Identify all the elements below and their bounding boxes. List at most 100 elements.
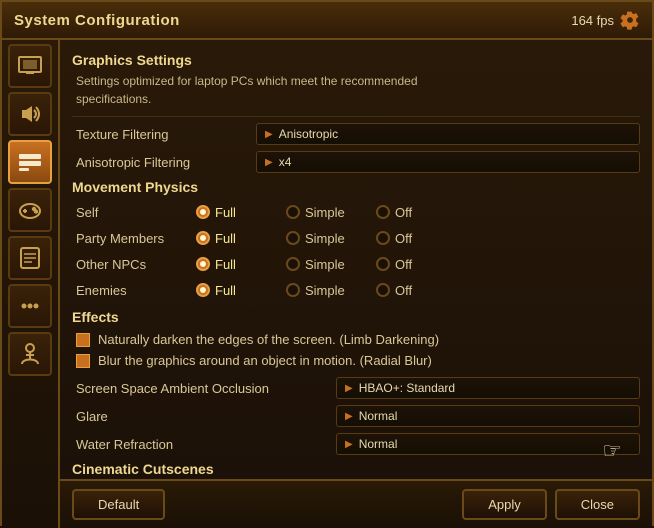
window-title: System Configuration	[14, 12, 180, 29]
texture-filtering-arrow: ▶	[265, 129, 273, 140]
mp-party-simple[interactable]: Simple	[286, 231, 376, 246]
system-config-window: System Configuration 164 fps	[0, 0, 654, 526]
glare-label: Glare	[76, 409, 336, 424]
mp-enemies-full-label: Full	[215, 283, 236, 298]
anisotropic-value: x4	[279, 155, 292, 169]
movement-physics-header: Movement Physics	[72, 179, 640, 195]
fps-display: 164 fps	[571, 10, 640, 30]
movement-physics-section: Movement Physics Self Full Simple	[72, 179, 640, 303]
water-arrow: ▶	[345, 439, 353, 450]
footer-bar: Default Apply Close	[60, 479, 652, 528]
mp-npcs-full[interactable]: Full	[196, 257, 286, 272]
texture-filtering-dropdown[interactable]: ▶ Anisotropic	[256, 123, 640, 145]
mp-row-npcs: Other NPCs Full Simple Off	[72, 251, 640, 277]
mp-npcs-simple-radio	[286, 257, 300, 271]
anisotropic-arrow: ▶	[265, 157, 273, 168]
mp-npcs-off[interactable]: Off	[376, 257, 466, 272]
mp-npcs-off-radio	[376, 257, 390, 271]
divider-1	[72, 116, 640, 117]
mp-row-self: Self Full Simple Off	[72, 199, 640, 225]
mp-party-full[interactable]: Full	[196, 231, 286, 246]
mp-self-full-radio	[196, 205, 210, 219]
effects-section: Effects Naturally darken the edges of th…	[72, 309, 640, 371]
anisotropic-label: Anisotropic Filtering	[76, 155, 256, 170]
limb-darkening-label: Naturally darken the edges of the screen…	[98, 332, 439, 347]
mp-enemies-full-radio	[196, 283, 210, 297]
texture-filtering-value: Anisotropic	[279, 127, 338, 141]
sidebar-btn-character[interactable]	[8, 332, 52, 376]
effects-header: Effects	[72, 309, 640, 325]
sidebar-btn-actions[interactable]	[8, 284, 52, 328]
mp-npcs-simple-label: Simple	[305, 257, 345, 272]
mp-enemies-full[interactable]: Full	[196, 283, 286, 298]
ssao-row: Screen Space Ambient Occlusion ▶ HBAO+: …	[72, 377, 640, 399]
graphics-section-header: Graphics Settings	[72, 52, 640, 68]
ssao-label: Screen Space Ambient Occlusion	[76, 381, 336, 396]
sidebar-btn-hotbar[interactable]	[8, 140, 52, 184]
mp-enemies-off-radio	[376, 283, 390, 297]
mp-self-off-radio	[376, 205, 390, 219]
settings-gear-icon[interactable]	[620, 10, 640, 30]
texture-filtering-row: Texture Filtering ▶ Anisotropic	[72, 123, 640, 145]
water-row: Water Refraction ▶ Normal	[72, 433, 640, 455]
texture-filtering-label: Texture Filtering	[76, 127, 256, 142]
cinematic-header: Cinematic Cutscenes	[72, 461, 640, 477]
water-value: Normal	[359, 437, 398, 451]
cinematic-section: Cinematic Cutscenes Enable depth of fiel…	[72, 461, 640, 479]
mp-npcs-off-label: Off	[395, 257, 412, 272]
mp-self-full[interactable]: Full	[196, 205, 286, 220]
mp-entity-self: Self	[76, 205, 196, 220]
sidebar-btn-gamepad[interactable]	[8, 188, 52, 232]
fps-value: 164 fps	[571, 13, 614, 28]
mp-row-enemies: Enemies Full Simple Off	[72, 277, 640, 303]
anisotropic-dropdown[interactable]: ▶ x4	[256, 151, 640, 173]
glare-dropdown[interactable]: ▶ Normal	[336, 405, 640, 427]
radial-blur-checkbox[interactable]	[76, 354, 90, 368]
content-area: Graphics Settings Settings optimized for…	[60, 40, 652, 528]
mp-self-off[interactable]: Off	[376, 205, 466, 220]
default-button[interactable]: Default	[72, 489, 165, 520]
mp-npcs-simple[interactable]: Simple	[286, 257, 376, 272]
mp-self-off-label: Off	[395, 205, 412, 220]
mp-enemies-simple[interactable]: Simple	[286, 283, 376, 298]
mp-self-simple[interactable]: Simple	[286, 205, 376, 220]
limb-darkening-checkbox[interactable]	[76, 333, 90, 347]
mp-self-simple-radio	[286, 205, 300, 219]
limb-darkening-row[interactable]: Naturally darken the edges of the screen…	[72, 329, 640, 350]
anisotropic-row: Anisotropic Filtering ▶ x4	[72, 151, 640, 173]
apply-button[interactable]: Apply	[462, 489, 547, 520]
mp-enemies-off-label: Off	[395, 283, 412, 298]
mp-entity-party: Party Members	[76, 231, 196, 246]
mp-entity-npcs: Other NPCs	[76, 257, 196, 272]
glare-arrow: ▶	[345, 411, 353, 422]
mp-party-off[interactable]: Off	[376, 231, 466, 246]
content-scroll[interactable]: Graphics Settings Settings optimized for…	[60, 40, 652, 479]
mp-party-simple-label: Simple	[305, 231, 345, 246]
mp-party-full-radio	[196, 231, 210, 245]
ssao-dropdown[interactable]: ▶ HBAO+: Standard	[336, 377, 640, 399]
glare-row: Glare ▶ Normal	[72, 405, 640, 427]
radial-blur-label: Blur the graphics around an object in mo…	[98, 353, 432, 368]
footer-right-buttons: Apply Close	[462, 489, 640, 520]
title-bar: System Configuration 164 fps	[2, 2, 652, 40]
sidebar-btn-sound[interactable]	[8, 92, 52, 136]
sidebar	[2, 40, 60, 528]
mp-enemies-simple-label: Simple	[305, 283, 345, 298]
mp-party-simple-radio	[286, 231, 300, 245]
mp-entity-enemies: Enemies	[76, 283, 196, 298]
mp-party-off-label: Off	[395, 231, 412, 246]
mp-enemies-off[interactable]: Off	[376, 283, 466, 298]
ssao-arrow: ▶	[345, 383, 353, 394]
mp-party-full-label: Full	[215, 231, 236, 246]
mp-npcs-full-radio	[196, 257, 210, 271]
mp-enemies-simple-radio	[286, 283, 300, 297]
mp-party-off-radio	[376, 231, 390, 245]
sidebar-btn-log[interactable]	[8, 236, 52, 280]
close-button[interactable]: Close	[555, 489, 640, 520]
water-label: Water Refraction	[76, 437, 336, 452]
sidebar-btn-graphics[interactable]	[8, 44, 52, 88]
water-dropdown[interactable]: ▶ Normal	[336, 433, 640, 455]
radial-blur-row[interactable]: Blur the graphics around an object in mo…	[72, 350, 640, 371]
mp-self-full-label: Full	[215, 205, 236, 220]
mp-row-party: Party Members Full Simple Off	[72, 225, 640, 251]
